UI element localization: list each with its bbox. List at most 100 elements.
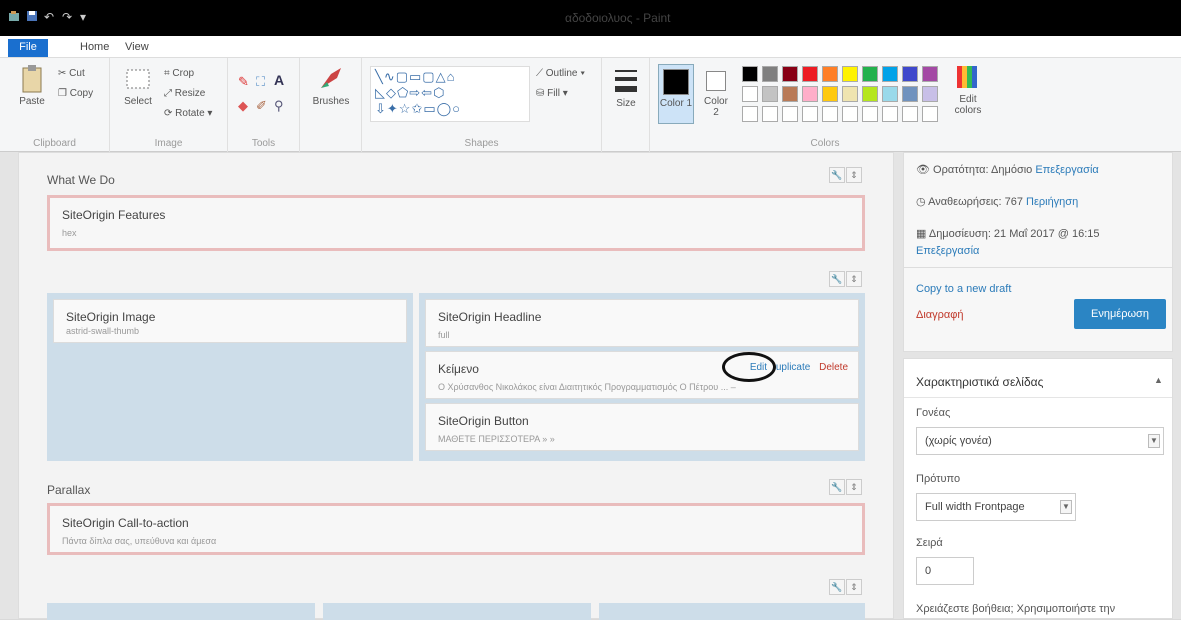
palette-swatch[interactable] [842, 66, 858, 82]
wrench-icon[interactable]: 🔧 [829, 271, 845, 287]
order-input[interactable]: 0 [916, 557, 974, 585]
custom-color-swatch[interactable] [822, 106, 838, 122]
palette-swatch[interactable] [782, 66, 798, 82]
palette-swatch[interactable] [822, 66, 838, 82]
wrench-icon[interactable]: 🔧 [829, 579, 845, 595]
widget-subtitle: ΜΑΘΕΤΕ ΠΕΡΙΣΣΟΤΕΡΑ » » [438, 434, 555, 444]
revisions-browse-link[interactable]: Περιήγηση [1026, 196, 1078, 208]
palette-swatch[interactable] [862, 86, 878, 102]
copy-to-draft-link[interactable]: Copy to a new draft [916, 283, 1011, 295]
parent-select[interactable]: (χωρίς γονέα) ▼ [916, 427, 1164, 455]
resize-button[interactable]: ⤢ Resize [164, 88, 205, 99]
page-builder: What We Do 🔧 ⇕ SiteOrigin Features hex 🔧 ⇕… [18, 152, 894, 620]
shapes-gallery[interactable]: ╲∿▢▭▢△⌂ ◺◇⬠⇨⇦⬡ ⇩✦☆✩▭◯○ [370, 66, 530, 122]
clipboard-group-label: Clipboard [33, 138, 76, 149]
widget-title: SiteOrigin Headline [438, 310, 542, 324]
fill-button[interactable]: ⛁ Fill ▾ [536, 88, 568, 99]
custom-color-swatch[interactable] [742, 106, 758, 122]
customize-quick-access-icon[interactable]: ▾ [80, 10, 86, 26]
custom-color-swatch[interactable] [882, 106, 898, 122]
save-icon[interactable] [26, 10, 38, 26]
delete-link[interactable]: Delete [819, 362, 848, 373]
custom-color-swatch[interactable] [902, 106, 918, 122]
palette-swatch[interactable] [882, 66, 898, 82]
rotate-label: Rotate ▾ [175, 108, 213, 119]
paste-button[interactable]: Paste [14, 64, 50, 107]
row-move-icon[interactable]: ⇕ [846, 167, 862, 183]
wrench-icon[interactable]: 🔧 [829, 479, 845, 495]
palette-swatch[interactable] [742, 86, 758, 102]
palette-swatch[interactable] [922, 86, 938, 102]
widget-siteorigin-call-to-action[interactable]: SiteOrigin Call-to-action Πάντα δίπλα σα… [47, 503, 865, 555]
line-size-icon [615, 70, 637, 92]
fill-bucket-icon: ⛁ [536, 88, 548, 99]
copy-button[interactable]: ❐ Copy [58, 88, 93, 99]
custom-color-swatch[interactable] [782, 106, 798, 122]
custom-color-swatch[interactable] [802, 106, 818, 122]
update-button[interactable]: Ενημέρωση [1074, 299, 1166, 329]
tab-file[interactable]: File [8, 39, 48, 57]
palette-swatch[interactable] [842, 86, 858, 102]
size-button[interactable]: Size [608, 66, 644, 109]
palette-swatch[interactable] [742, 66, 758, 82]
palette-swatch[interactable] [902, 86, 918, 102]
widget-siteorigin-headline[interactable]: SiteOrigin Headline full [425, 299, 859, 347]
eraser-icon[interactable]: ◆ [238, 98, 248, 114]
palette-swatch[interactable] [822, 86, 838, 102]
select-button[interactable]: Select [118, 64, 158, 107]
pencil-icon[interactable]: ✎ [238, 74, 249, 90]
palette-swatch[interactable] [922, 66, 938, 82]
palette-swatch[interactable] [802, 66, 818, 82]
duplicate-link[interactable]: uplicate [776, 362, 810, 373]
palette-swatch[interactable] [862, 66, 878, 82]
published-edit-link[interactable]: Επεξεργασία [916, 245, 979, 257]
custom-color-swatch[interactable] [842, 106, 858, 122]
collapse-arrow-icon[interactable]: ▲ [1154, 375, 1163, 385]
widget-siteorigin-button[interactable]: SiteOrigin Button ΜΑΘΕΤΕ ΠΕΡΙΣΣΟΤΕΡΑ » » [425, 403, 859, 451]
row-move-icon[interactable]: ⇕ [846, 579, 862, 595]
custom-color-swatch[interactable] [922, 106, 938, 122]
fill-icon[interactable]: ⛶ [256, 74, 265, 90]
rotate-button[interactable]: ⟳ Rotate ▾ [164, 108, 212, 119]
brushes-button[interactable]: Brushes [310, 64, 352, 107]
row-cell-left: SiteOrigin Image astrid-swall-thumb [47, 293, 413, 461]
text-tool-icon[interactable]: A [274, 72, 284, 88]
outline-button[interactable]: ⟋ Outline ▾ [536, 68, 585, 79]
widget-title: Κείμενο [438, 362, 479, 376]
edit-colors-button[interactable]: Edit colors [948, 64, 988, 116]
visibility-edit-link[interactable]: Επεξεργασία [1035, 164, 1098, 176]
trash-link[interactable]: Διαγραφή [916, 309, 964, 321]
template-select[interactable]: Full width Frontpage ▼ [916, 493, 1076, 521]
widget-siteorigin-image[interactable]: SiteOrigin Image astrid-swall-thumb [53, 299, 407, 343]
calendar-icon: ▦ [916, 228, 929, 240]
redo-icon[interactable]: ↷ [62, 10, 72, 26]
published-text: Δημοσίευση: 21 Μαΐ 2017 @ 16:15 [928, 228, 1100, 240]
palette-swatch[interactable] [762, 66, 778, 82]
color1-button[interactable]: Color 1 [658, 64, 694, 124]
row-move-icon[interactable]: ⇕ [846, 271, 862, 287]
custom-color-swatch[interactable] [862, 106, 878, 122]
crop-button[interactable]: ⌗ Crop [164, 68, 194, 79]
palette-swatch[interactable] [782, 86, 798, 102]
palette-swatch[interactable] [882, 86, 898, 102]
widget-siteorigin-features[interactable]: SiteOrigin Features hex [47, 195, 865, 251]
widget-text[interactable]: Κείμενο Ο Χρύσανθος Νικολάκος είναι Διαι… [425, 351, 859, 399]
palette-swatch[interactable] [762, 86, 778, 102]
color2-button[interactable]: Color 2 [700, 64, 732, 124]
row-move-icon[interactable]: ⇕ [846, 479, 862, 495]
revisions-text: Αναθεωρήσεις: 767 [928, 196, 1023, 208]
cut-button[interactable]: ✂ Cut [58, 68, 85, 79]
shapes-group-label: Shapes [464, 138, 499, 149]
palette-swatch[interactable] [902, 66, 918, 82]
tab-home[interactable]: Home [70, 39, 119, 57]
magnifier-icon[interactable]: ⚲ [274, 98, 284, 114]
wrench-icon[interactable]: 🔧 [829, 167, 845, 183]
undo-icon[interactable]: ↶ [44, 10, 54, 26]
row-cell [323, 603, 591, 620]
custom-color-swatch[interactable] [762, 106, 778, 122]
color-picker-icon[interactable]: ✐ [256, 98, 267, 114]
tab-view[interactable]: View [115, 39, 159, 57]
size-group: Size [602, 58, 650, 152]
rainbow-palette-icon [957, 66, 977, 88]
palette-swatch[interactable] [802, 86, 818, 102]
